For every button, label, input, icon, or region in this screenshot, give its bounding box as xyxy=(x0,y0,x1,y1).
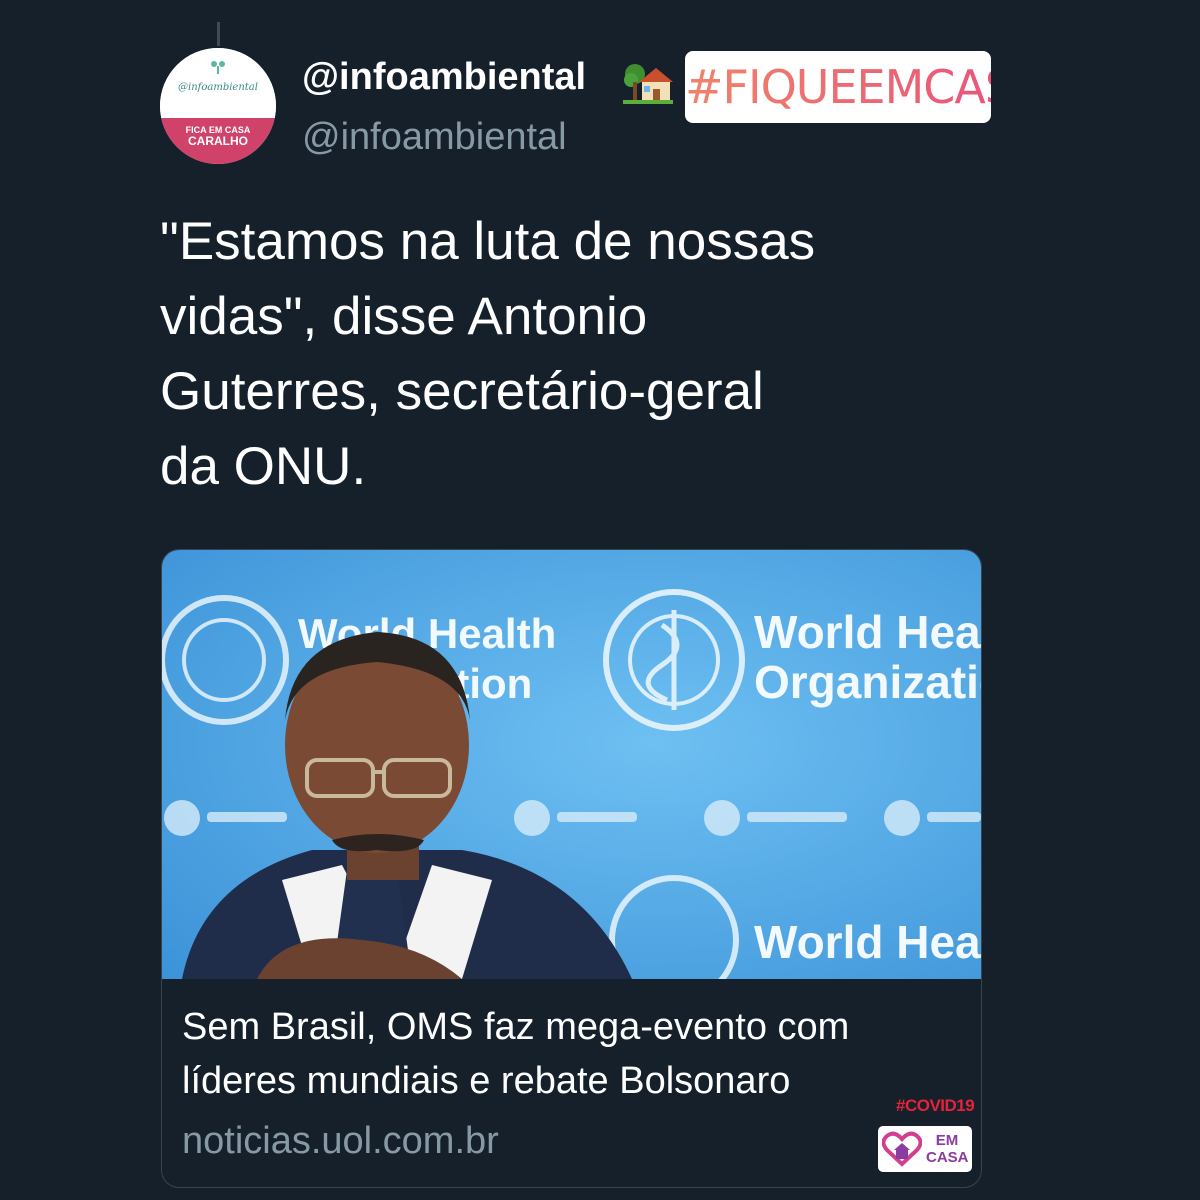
link-preview-card[interactable]: World Health Organization World Health a… xyxy=(161,549,982,1188)
hashtag-sticker: #FIQUEEMCASA xyxy=(685,51,1045,123)
tweet-line-3: Guterres, secretário-geral xyxy=(160,362,764,421)
tweet-line-1: "Estamos na luta de nossas xyxy=(160,212,816,271)
avatar-line2: CARALHO xyxy=(188,134,248,148)
tweet-body: "Estamos na luta de nossas vidas", disse… xyxy=(160,204,960,504)
card-image[interactable]: World Health Organization World Health a… xyxy=(162,550,981,979)
avatar-top: @infoambiental xyxy=(160,48,276,118)
covid-hashtag-sticker: #COVID19 xyxy=(896,1096,975,1115)
display-name[interactable]: @infoambiental xyxy=(302,56,586,99)
em-casa-sticker: EM CASA xyxy=(878,1126,972,1172)
card-title-line-2: líderes mundiais e rebate Bolsonaro xyxy=(182,1060,791,1102)
avatar-banner: FICA EM CASA CARALHO xyxy=(160,118,276,164)
who-wordmark-right-2: Organization xyxy=(754,656,981,708)
em-casa-line-2: CASA xyxy=(926,1149,969,1166)
card-title[interactable]: Sem Brasil, OMS faz mega-evento com líde… xyxy=(182,1000,972,1108)
house-with-tree-icon xyxy=(623,64,673,104)
who-wordmark-bottom: World Health xyxy=(754,916,981,968)
tweet-line-2: vidas", disse Antonio xyxy=(160,287,648,346)
em-casa-line-1: EM xyxy=(935,1132,959,1149)
card-title-line-1: Sem Brasil, OMS faz mega-evento com xyxy=(182,1006,850,1048)
tweet-line-4: da ONU. xyxy=(160,437,367,496)
profile-avatar[interactable]: @infoambiental FICA EM CASA CARALHO xyxy=(160,48,276,164)
card-domain[interactable]: noticias.uol.com.br xyxy=(182,1120,499,1163)
heart-house-icon xyxy=(882,1131,922,1167)
thread-connector-line xyxy=(217,22,220,46)
hashtag-sticker-text: #FIQUEEMCASA xyxy=(685,51,1045,123)
em-casa-label: EM CASA xyxy=(926,1132,969,1166)
username[interactable]: @infoambiental xyxy=(302,116,567,159)
who-wordmark-right-1: World Health xyxy=(754,606,981,658)
avatar-handle-text: @infoambiental xyxy=(178,82,258,93)
